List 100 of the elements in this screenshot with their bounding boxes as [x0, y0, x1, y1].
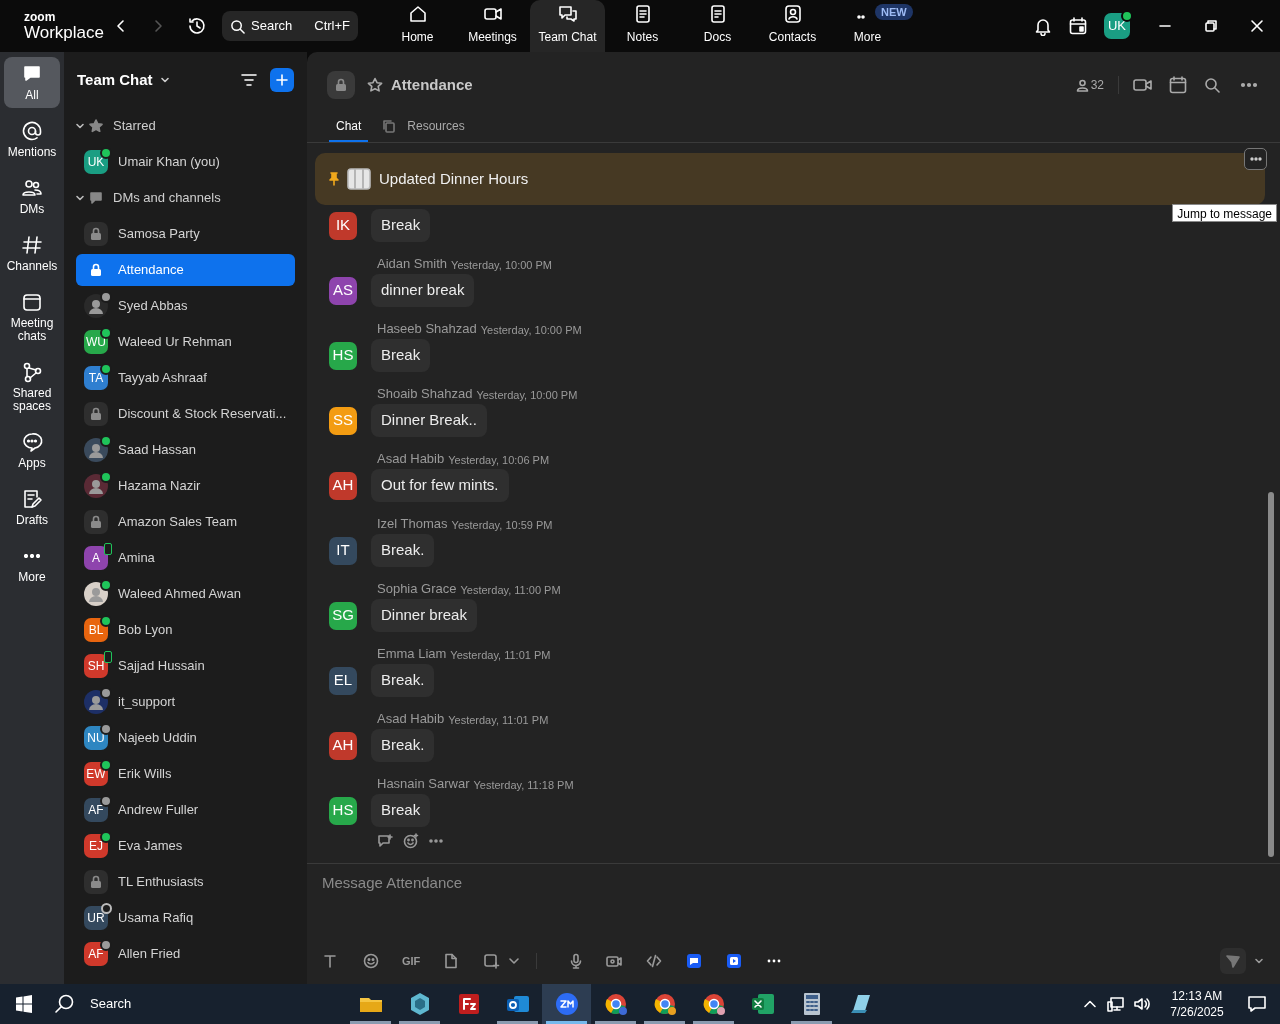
chat-list-item[interactable]: Samosa Party — [76, 218, 295, 250]
chat-list-item[interactable]: Waleed Ahmed Awan — [76, 578, 295, 610]
chat-list-item[interactable]: TL Enthusiasts — [76, 866, 295, 898]
message-bubble: Out for few mints. — [371, 469, 509, 502]
chat-list-item[interactable]: A Amina — [76, 542, 295, 574]
author-name[interactable]: Asad Habib — [377, 708, 445, 728]
section-header[interactable]: DMs and channels — [113, 188, 221, 208]
rail-item[interactable]: Apps — [4, 425, 60, 476]
notification-icon[interactable] — [1247, 995, 1267, 1013]
chat-list-item[interactable]: UK Umair Khan (you) — [76, 146, 295, 178]
channel-tab[interactable]: Resources — [382, 111, 472, 142]
gif-button[interactable]: GIF — [402, 952, 421, 970]
chat-list-item[interactable]: it_support — [76, 686, 295, 718]
emoji-icon[interactable] — [362, 953, 380, 969]
new-chat-button[interactable] — [270, 68, 294, 92]
chat-list-item[interactable]: Discount & Stock Reservati... — [76, 398, 295, 430]
rail-item[interactable]: Drafts — [4, 482, 60, 533]
author-name[interactable]: Shoaib Shahzad — [377, 383, 473, 403]
search-bar[interactable]: Search Ctrl+F — [222, 11, 358, 41]
chat-list-item[interactable]: EW Erik Wills — [76, 758, 295, 790]
screenshot-icon[interactable] — [482, 953, 501, 969]
rail-item[interactable]: Mentions — [4, 114, 60, 165]
bell-icon[interactable] — [1033, 16, 1053, 36]
channel-tab[interactable]: Chat — [329, 111, 369, 142]
author-name[interactable]: Asad Habib — [377, 448, 445, 468]
calendar-icon[interactable] — [1169, 76, 1187, 94]
rail-item[interactable]: Shared spaces — [4, 355, 60, 419]
chat-list-item[interactable]: Attendance — [76, 254, 295, 286]
history-icon[interactable] — [187, 16, 207, 36]
text-format-icon[interactable] — [321, 953, 339, 969]
author-name[interactable]: Aidan Smith — [377, 253, 448, 273]
code-icon[interactable] — [645, 953, 664, 969]
nav-tab[interactable]: Home — [380, 0, 455, 52]
chat-list-item[interactable]: NU Najeeb Uddin — [76, 722, 295, 754]
chat-list-item[interactable]: Hazama Nazir — [76, 470, 295, 502]
message-input[interactable]: Message Attendance — [322, 872, 1265, 894]
more-dots-icon[interactable] — [1240, 82, 1258, 88]
taskbar-search-input[interactable]: Search — [90, 994, 290, 1014]
nav-tab[interactable]: Notes — [605, 0, 680, 52]
chat-list-item[interactable]: WU Waleed Ur Rehman — [76, 326, 295, 358]
chevron-down-icon[interactable] — [75, 193, 85, 203]
chat-list-item[interactable]: UR Usama Rafiq — [76, 902, 295, 934]
calendar-icon[interactable] — [1068, 16, 1088, 36]
windows-start-icon[interactable] — [15, 995, 33, 1013]
author-name[interactable]: Haseeb Shahzad — [377, 318, 477, 338]
send-button[interactable] — [1220, 948, 1246, 974]
star-icon[interactable] — [367, 77, 383, 93]
app-icon[interactable] — [685, 953, 704, 969]
rail-item[interactable]: More — [4, 539, 60, 590]
chat-list-item[interactable]: EJ Eva James — [76, 830, 295, 862]
section-header[interactable]: Starred — [113, 116, 156, 136]
add-reaction-icon[interactable] — [403, 833, 419, 849]
rail-item[interactable]: Meeting chats — [4, 285, 60, 349]
author-name[interactable]: Izel Thomas — [377, 513, 448, 533]
chevron-down-icon[interactable] — [75, 121, 85, 131]
sidebar-title[interactable]: Team Chat — [77, 68, 153, 92]
scrollbar[interactable] — [1268, 492, 1274, 857]
author-name[interactable]: Sophia Grace — [377, 578, 457, 598]
taskbar-app[interactable] — [542, 984, 591, 1024]
send-icon — [1226, 954, 1240, 968]
chat-list-item[interactable]: Syed Abbas — [76, 290, 295, 322]
author-name[interactable]: Emma Liam — [377, 643, 447, 663]
chat-list-item[interactable]: BL Bob Lyon — [76, 614, 295, 646]
chat-list-item[interactable]: TA Tayyab Ashraaf — [76, 362, 295, 394]
network-icon[interactable] — [1107, 996, 1125, 1012]
more-dots-icon[interactable] — [429, 839, 443, 843]
chat-list-item[interactable]: SH Sajjad Hussain — [76, 650, 295, 682]
app-icon[interactable] — [725, 953, 744, 969]
more-button[interactable] — [1244, 148, 1267, 170]
chat-list-item[interactable]: Saad Hassan — [76, 434, 295, 466]
nav-tab[interactable]: Team Chat — [530, 0, 605, 52]
chat-list-item[interactable]: AF Allen Fried — [76, 938, 295, 970]
restore-icon[interactable] — [1204, 19, 1218, 33]
video-camera-icon[interactable] — [1133, 77, 1153, 93]
chat-list-item[interactable]: Amazon Sales Team — [76, 506, 295, 538]
clock-date[interactable]: 7/26/2025 — [1170, 1004, 1224, 1020]
members-button[interactable]: 32 — [1075, 76, 1104, 94]
search-icon[interactable] — [1204, 77, 1220, 93]
close-icon[interactable] — [1250, 19, 1264, 33]
rail-item[interactable]: All — [4, 57, 60, 108]
filter-icon[interactable] — [240, 71, 258, 89]
search-input[interactable]: Search — [251, 16, 307, 36]
author-name[interactable]: Hasnain Sarwar — [377, 773, 470, 793]
timestamp: Yesterday, 10:06 PM — [448, 452, 550, 468]
lock-icon — [335, 78, 347, 92]
volume-icon[interactable] — [1133, 996, 1151, 1012]
clock-time[interactable]: 12:13 AM — [1171, 988, 1223, 1004]
search-icon[interactable] — [54, 993, 76, 1015]
rail-item[interactable]: DMs — [4, 171, 60, 222]
chat-list-item[interactable]: AF Andrew Fuller — [76, 794, 295, 826]
reply-icon[interactable] — [377, 834, 393, 848]
timestamp: Yesterday, 10:00 PM — [476, 387, 578, 403]
message-bubble: Break. — [371, 534, 435, 567]
caret-down-icon[interactable] — [1254, 956, 1264, 966]
video-camera-icon[interactable] — [605, 953, 624, 969]
nav-tab[interactable]: Contacts — [755, 0, 830, 52]
nav-tab[interactable]: Docs — [680, 0, 755, 52]
nav-tab[interactable]: Meetings — [455, 0, 530, 52]
pinned-banner[interactable]: Updated Dinner Hours — [315, 153, 1265, 205]
rail-item[interactable]: Channels — [4, 228, 60, 279]
